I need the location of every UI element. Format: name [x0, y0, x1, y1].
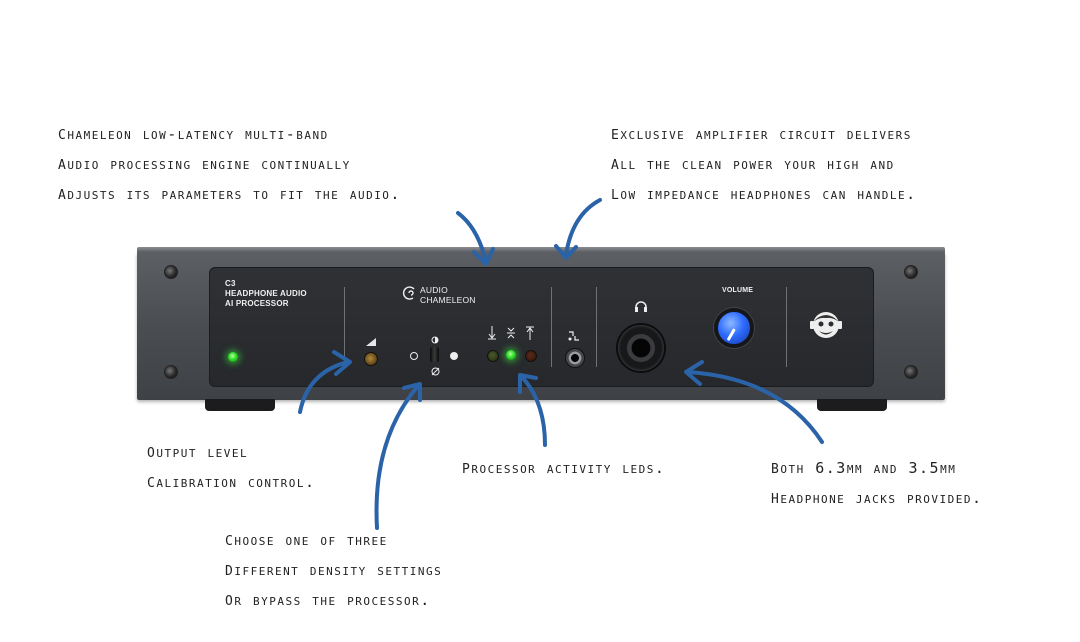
density-high-icon: [450, 352, 458, 360]
foot-left: [205, 399, 275, 411]
model-label: C3 HEADPHONE AUDIO AI PROCESSOR: [225, 279, 307, 308]
annotation-processor-leds: Processor activity LEDs.: [462, 456, 666, 478]
chameleon-logo-icon: [402, 286, 415, 300]
brand-label: AUDIO CHAMELEON: [420, 285, 476, 305]
arrow-up-icon: [526, 326, 534, 340]
volume-label: VOLUME: [722, 287, 754, 294]
volume-knob[interactable]: [714, 308, 754, 348]
activity-led-high: [525, 350, 537, 362]
activity-led-mid: [506, 350, 516, 360]
divider: [551, 287, 552, 367]
density-switch[interactable]: [410, 336, 460, 376]
annotation-amplifier: Exclusive amplifier circuit delivers all…: [611, 122, 917, 204]
annotation-engine: Chameleon low-latency multi-band audio P…: [58, 122, 401, 204]
chameleon-mascot-icon: [810, 312, 842, 338]
divider: [596, 287, 597, 367]
foot-right: [817, 399, 887, 411]
arrow-down-icon: [488, 326, 496, 340]
screw-icon: [164, 265, 178, 279]
annotation-output-level: Output level calibration control.: [147, 440, 316, 492]
headphone-processor-device: C3 HEADPHONE AUDIO AI PROCESSOR AUDIO CH…: [137, 247, 945, 411]
density-low-icon: [410, 352, 418, 360]
headphone-jack-6-3mm[interactable]: [618, 325, 664, 371]
headphones-icon: [635, 301, 647, 312]
screw-icon: [904, 365, 918, 379]
screw-icon: [904, 265, 918, 279]
bypass-icon: [431, 367, 440, 376]
level-ramp-icon: [366, 338, 376, 346]
switch-lever[interactable]: [430, 347, 439, 362]
density-half-icon: [431, 336, 439, 344]
screw-icon: [164, 365, 178, 379]
divider: [344, 287, 345, 367]
power-led: [228, 352, 238, 362]
compress-icon: [507, 327, 515, 339]
front-panel: C3 HEADPHONE AUDIO AI PROCESSOR AUDIO CH…: [209, 267, 874, 387]
divider: [786, 287, 787, 367]
annotation-jacks: Both 6.3mm and 3.5mm headphone jacks pro…: [771, 456, 983, 508]
mini-jack-icon: [568, 331, 579, 341]
annotation-density: Choose one of three different density se…: [225, 528, 443, 610]
activity-led-low: [487, 350, 499, 362]
output-level-trim[interactable]: [364, 352, 378, 366]
headphone-jack-3-5mm[interactable]: [565, 348, 585, 368]
